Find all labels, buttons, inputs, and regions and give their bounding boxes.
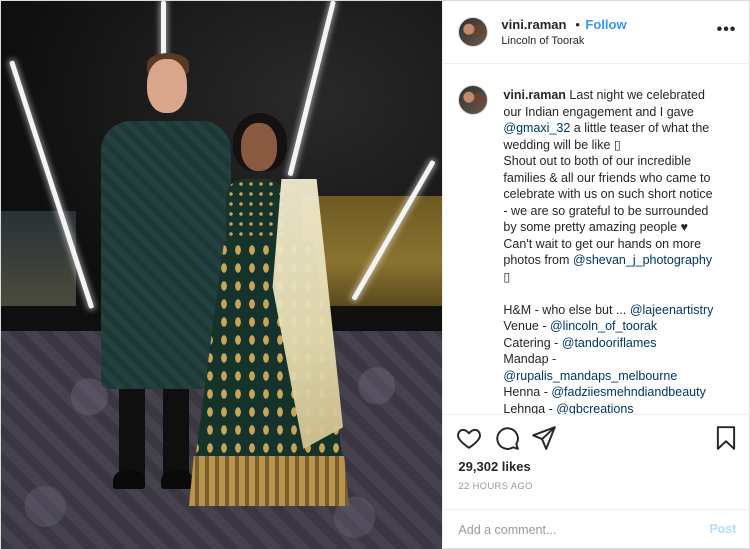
comment-bar: Post [443,509,750,549]
caption-avatar[interactable] [458,85,489,115]
caption-line: Can't wait to get our hands on more [503,236,735,253]
share-icon[interactable] [531,425,557,451]
more-icon[interactable]: ••• [717,21,737,39]
caption-line: @gmaxi_32 a little teaser of what the [503,120,735,137]
caption-line: H&M - who else but ... @lajeenartistry [503,302,735,319]
photo-light-bar [161,1,166,59]
photo-lehenga-hem [189,456,349,506]
mention-link[interactable]: @rupalis_mandaps_melbourne [503,369,677,383]
mention-link[interactable]: @gbcreations [556,402,633,415]
mention-link[interactable]: @lincoln_of_toorak [550,319,657,333]
caption-line-text: Can't wait to get our hands on more [503,236,702,251]
photo-man-shoe [113,471,145,489]
caption-line: families & all our friends who came to [503,170,735,187]
caption-line: - we are so grateful to be surrounded [503,203,735,220]
post-actions: 29,302 likes 22 HOURS AGO Post [443,414,750,549]
caption-line: Mandap - [503,351,735,368]
photo-lehenga-top [226,179,284,241]
caption-line: wedding will be like ▯ [503,137,735,154]
caption-line-text: Mandap - [503,352,557,366]
likes-count[interactable]: 29,302 likes [458,459,530,474]
caption-line: @rupalis_mandaps_melbourne [503,368,735,385]
bookmark-icon[interactable] [713,425,739,451]
caption-line: Venue - @lincoln_of_toorak [503,318,735,335]
post-timestamp[interactable]: 22 HOURS AGO [458,481,532,492]
post-photo[interactable] [1,1,443,549]
caption-line: photos from @shevan_j_photography [503,252,735,269]
caption-line-text: photos from [503,253,573,267]
heart-icon[interactable] [456,425,482,451]
caption-line-text: our Indian engagement and I gave [503,104,694,119]
post-comment-button[interactable]: Post [709,522,736,536]
caption-line: our Indian engagement and I gave [503,104,735,121]
caption-line: Shout out to both of our incredible [503,153,735,170]
caption-line-text: Henna - [503,385,552,399]
caption-line: celebrate with us on such short notice [503,186,735,203]
caption-line-text: - we are so grateful to be surrounded [503,203,709,218]
caption-line: ▯ [503,269,735,286]
caption-line-text: wedding will be like ▯ [503,137,621,152]
location-link[interactable]: Lincoln of Toorak [501,35,584,47]
caption-line-text: a little teaser of what the [570,121,710,135]
mention-link[interactable]: @gmaxi_32 [503,121,570,135]
caption-line-text: Shout out to both of our incredible [503,154,692,168]
caption-line: Henna - @fadziiesmehndiandbeauty [503,384,735,401]
caption-line-text: families & all our friends who came to [503,170,711,185]
post-header: vini.raman • Follow Lincoln of Toorak ••… [443,1,750,64]
follow-button[interactable]: Follow [585,17,626,32]
caption-line-text: ▯ [503,269,511,284]
caption-line-text: Venue - [503,319,550,333]
header-username[interactable]: vini.raman [501,17,566,32]
header-separator: • [575,17,580,32]
caption-line-text: H&M - who else but ... [503,302,630,317]
mention-link[interactable]: @shevan_j_photography [573,253,712,267]
caption-line: Catering - @tandooriflames [503,335,735,352]
caption-line-text: Last night we celebrated [565,88,705,102]
photo-man-face [147,59,187,113]
caption-username[interactable]: vini.raman [503,88,566,102]
mention-link[interactable]: @lajeenartistry [630,303,714,317]
comment-input[interactable] [458,519,699,541]
instagram-post: vini.raman • Follow Lincoln of Toorak ••… [0,0,750,549]
photo-woman-face [241,123,277,171]
comment-icon[interactable] [494,425,520,451]
caption-line-text: celebrate with us on such short notice [503,187,713,201]
caption-line: by some pretty amazing people ♥ [503,219,735,236]
caption-area: vini.raman Last night we celebrated our … [443,65,750,414]
mention-link[interactable]: @fadziiesmehndiandbeauty [551,385,705,399]
caption-line: Lehnga - @gbcreations [503,401,735,415]
avatar[interactable] [458,17,489,47]
caption-line: vini.raman Last night we celebrated [503,87,735,104]
photo-man-shoe [161,471,193,489]
caption-line-text: by some pretty amazing people ♥ [503,220,689,234]
mention-link[interactable]: @tandooriflames [562,336,657,350]
post-side-panel: vini.raman • Follow Lincoln of Toorak ••… [442,1,750,549]
caption-line-text: Catering - [503,335,562,350]
caption-line-text: Lehnga - [503,401,557,415]
caption-text: vini.raman Last night we celebrated our … [503,87,735,414]
